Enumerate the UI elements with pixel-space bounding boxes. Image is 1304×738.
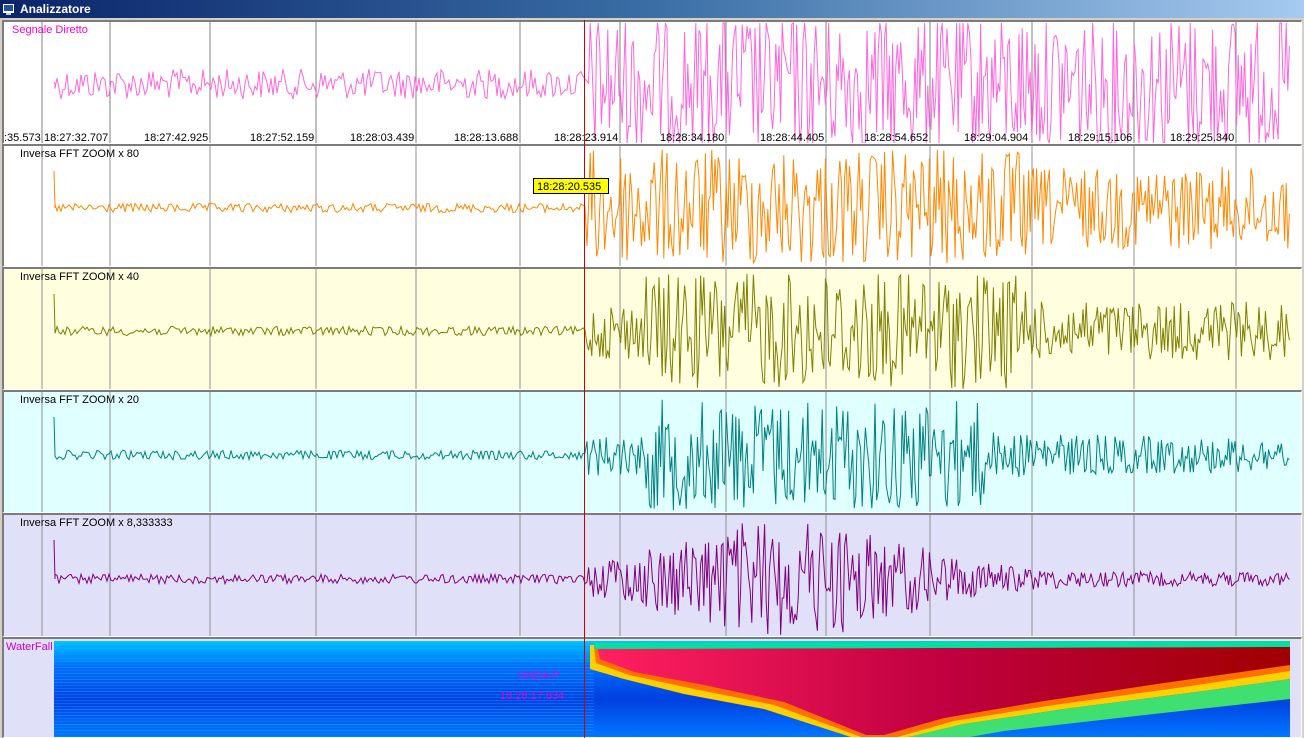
time-axis-label: 18:28:44.405 (760, 132, 825, 144)
waterfall-streak (54, 679, 594, 680)
waterfall-streak (54, 727, 594, 728)
panel-fft-zoom-20[interactable]: Inversa FFT ZOOM x 20 (2, 390, 1302, 513)
time-axis-label: 18:28:13.688 (454, 132, 519, 144)
waveform-trace (53, 22, 1290, 143)
waterfall-streak (54, 733, 594, 734)
waterfall-streak (54, 703, 594, 704)
waterfall-streak (54, 688, 594, 689)
waterfall-streak (54, 646, 594, 647)
time-axis-start-label: :35.573 (4, 132, 41, 144)
panel-fft-zoom-8[interactable]: Inversa FFT ZOOM x 8,333333 (2, 513, 1302, 637)
waterfall-streak (54, 643, 594, 644)
waterfall-streak (54, 685, 594, 686)
wave-arrival-label: ONDA P (518, 670, 560, 682)
panel-label-segnale-diretto: Segnale Diretto (12, 24, 88, 36)
window-titlebar[interactable]: Analizzatore (0, 0, 1304, 18)
marker-time-tooltip: 18:28:20.535 (533, 178, 609, 194)
time-axis-label: 18:27:32.707 (44, 132, 109, 144)
app-icon (3, 4, 14, 15)
waveform-trace (53, 399, 1290, 511)
waterfall-streak (54, 652, 594, 653)
waterfall-streak (54, 655, 594, 656)
waveform-trace (53, 149, 1290, 265)
waterfall-streak (54, 676, 594, 677)
time-axis-label: 18:28:34.180 (660, 132, 725, 144)
waterfall-streak (54, 715, 594, 716)
wave-arrival-time: 18:28:17.834 (500, 690, 565, 702)
time-axis-label: 18:28:23.914 (554, 132, 619, 144)
waterfall-streak (54, 664, 594, 665)
waveform-fft-zoom-80 (41, 146, 1290, 266)
time-axis-label: 18:28:03.439 (350, 132, 415, 144)
waterfall-streak (54, 730, 594, 731)
panel-segnale-diretto[interactable]: Segnale Diretto :35.573 18:27:32.707 18:27… (2, 20, 1302, 144)
waveform-fft-zoom-20 (41, 392, 1290, 512)
waveform-fft-zoom-8 (41, 515, 1290, 636)
waterfall-streak (54, 721, 594, 722)
waterfall-streak (54, 667, 594, 668)
waveform-trace (53, 523, 1290, 635)
waterfall-streak (54, 670, 594, 671)
waterfall-spectrogram (54, 641, 1290, 737)
panel-label-fft-zoom-20: Inversa FFT ZOOM x 20 (20, 394, 139, 406)
panel-waterfall[interactable]: WaterFall ONDA P 18:28:17.834 (2, 637, 1302, 738)
time-axis-label: 18:29:25.340 (1170, 132, 1235, 144)
waterfall-streak (54, 724, 594, 725)
time-marker-line[interactable] (584, 20, 585, 738)
waterfall-streak (54, 712, 594, 713)
window-title: Analizzatore (20, 2, 91, 16)
time-axis-label: 18:28:54.652 (864, 132, 929, 144)
waterfall-streak (54, 682, 594, 683)
panel-label-fft-zoom-40: Inversa FFT ZOOM x 40 (20, 271, 139, 283)
panel-label-fft-zoom-8: Inversa FFT ZOOM x 8,333333 (20, 517, 173, 529)
time-axis-label: 18:27:52.159 (250, 132, 315, 144)
time-axis-label: 18:29:15.106 (1068, 132, 1133, 144)
waveform-segnale-diretto (41, 22, 1290, 143)
time-axis-label: 18:27:42.925 (144, 132, 209, 144)
panel-label-fft-zoom-80: Inversa FFT ZOOM x 80 (20, 148, 139, 160)
panel-label-waterfall: WaterFall (6, 641, 53, 653)
panel-fft-zoom-80[interactable]: Inversa FFT ZOOM x 80 (2, 144, 1302, 267)
waveform-fft-zoom-40 (41, 269, 1290, 389)
waveform-trace (53, 273, 1290, 389)
time-axis-label: 18:29:04.904 (964, 132, 1029, 144)
panel-fft-zoom-40[interactable]: Inversa FFT ZOOM x 40 (2, 267, 1302, 390)
waterfall-streak (54, 649, 594, 650)
waterfall-streak (54, 673, 594, 674)
waterfall-streak (54, 709, 594, 710)
waterfall-streak (54, 736, 594, 737)
waterfall-streak (54, 658, 594, 659)
waterfall-streak (54, 718, 594, 719)
waterfall-streak (54, 706, 594, 707)
waterfall-streak (54, 661, 594, 662)
